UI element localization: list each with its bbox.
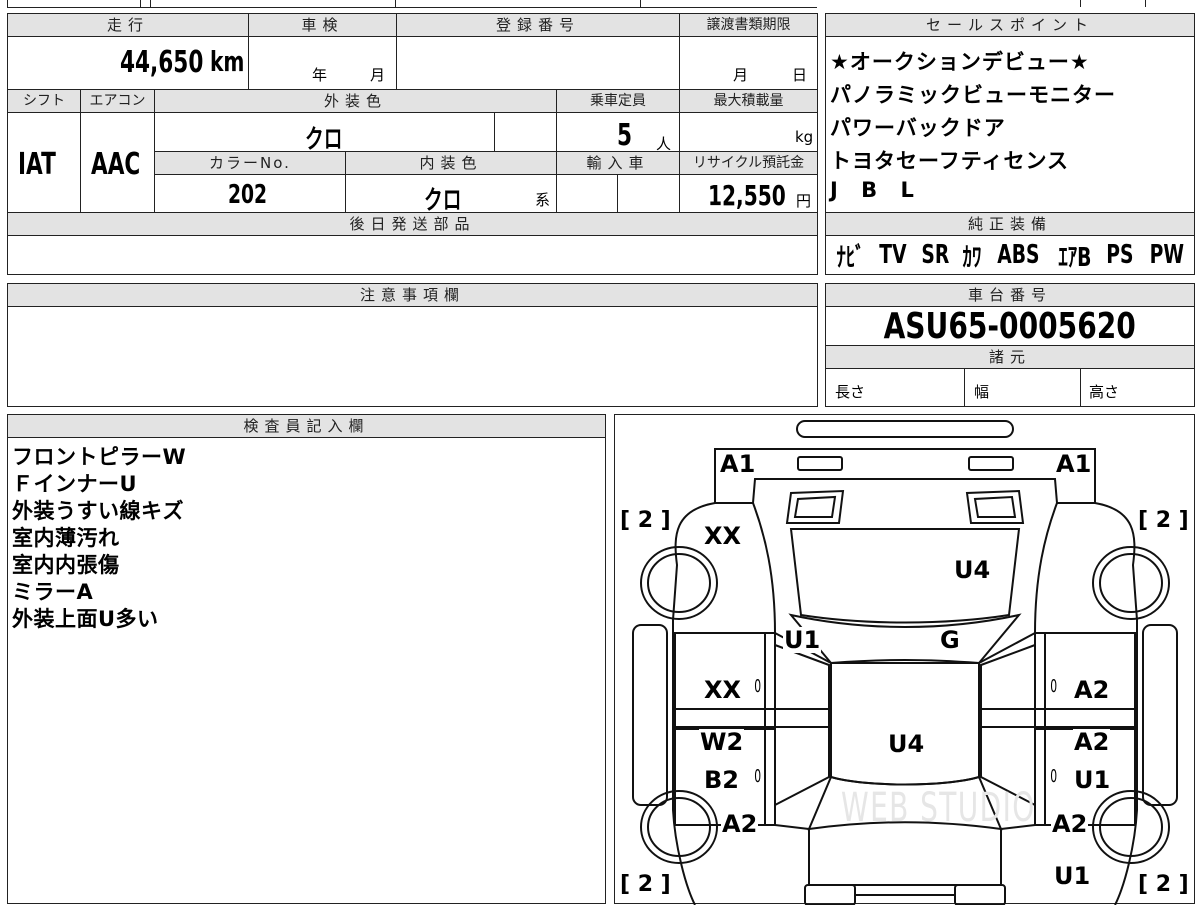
equipment-item: ｶﾜ (962, 242, 982, 273)
damage-marks-layer: A1 A1 [ 2 ] [ 2 ] [ 2 ] [ 2 ] XX U4 U1 G XX A2 U4 W2 B… (615, 415, 1196, 905)
inspector-line: フロントピラーW (12, 445, 187, 469)
sales-point-line: パノラミックビューモニター (830, 83, 1116, 107)
registration-label: 登録番号 (396, 13, 680, 37)
exterior-color-label: 外装色 (154, 89, 557, 113)
interior-color-suffix: 系 (535, 191, 551, 209)
inspector-line: 室内薄汚れ (12, 526, 120, 550)
sales-points-title: セールスポイント (825, 13, 1195, 37)
inspector-line: 外装上面U多い (12, 607, 159, 631)
damage-mark-left-front-door-xx: XX (703, 676, 743, 704)
damage-mark-right-front-door-a2: A2 (1073, 676, 1111, 704)
sales-point-line: パワーバックドア (830, 116, 1006, 140)
damage-mark-tyre-rl: [ 2 ] (620, 872, 671, 897)
equipment-item: PW (1149, 240, 1185, 270)
later-parts-label: 後日発送部品 (7, 212, 818, 236)
height-label: 高さ (1089, 383, 1120, 401)
damage-mark-right-rear-fender-a2: A2 (1051, 810, 1089, 838)
mileage-value: 44,650 (120, 45, 204, 80)
chassis-value-cell: ASU65-0005620 (825, 306, 1195, 347)
shaken-month: 月 (370, 66, 386, 84)
equipment-list: ﾅﾋﾞ TV SR ｶﾜ ABS ｴｱB PS PW (831, 238, 1191, 273)
inspector-title: 検査員記入欄 (7, 414, 606, 438)
ac-label: エアコン (80, 89, 155, 113)
equipment-title: 純正装備 (825, 212, 1195, 236)
equipment-item: SR (921, 240, 950, 270)
capacity-value: 5 (617, 118, 633, 153)
transfer-month: 月 (733, 66, 749, 84)
equipment-item: ｴｱB (1057, 242, 1091, 273)
transfer-deadline-label: 譲渡書類期限 (679, 13, 818, 37)
equipment-item: TV (879, 240, 907, 270)
damage-mark-tyre-fl: [ 2 ] (620, 508, 671, 533)
damage-mark-right-rear-door-a2: A2 (1073, 728, 1111, 756)
sales-point-line: J B L (830, 178, 922, 202)
ac-value: AAC (91, 147, 141, 182)
damage-mark-left-rear-door-b2: B2 (703, 766, 740, 794)
mileage-unit: km (210, 45, 245, 78)
mileage-label: 走行 (7, 13, 249, 37)
damage-mark-zero-1: 0 (754, 676, 762, 697)
damage-mark-left-fender-xx: XX (703, 522, 743, 550)
damage-mark-front-right-a1: A1 (1055, 450, 1093, 478)
inspector-line: 室内内張傷 (12, 553, 120, 577)
damage-mark-left-rear-fender-a2: A2 (721, 810, 759, 838)
color-no-label: カラーNo. (154, 151, 346, 175)
import-label: 輸入車 (556, 151, 680, 175)
max-load-label: 最大積載量 (679, 89, 818, 113)
recycle-value: 12,550 (708, 179, 786, 212)
inspector-line: ＦインナーU (12, 472, 138, 496)
damage-mark-left-rear-door-w2: W2 (699, 728, 745, 756)
max-load-unit: kg (795, 128, 814, 146)
equipment-item: ﾅﾋﾞ (836, 242, 865, 273)
inspector-line: ミラーA (12, 580, 94, 604)
damage-mark-tyre-rr: [ 2 ] (1138, 872, 1189, 897)
recycle-label: リサイクル預託金 (679, 151, 818, 175)
damage-mark-right-rear-u1: U1 (1053, 862, 1092, 890)
length-label: 長さ (835, 383, 866, 401)
notes-title: 注意事項欄 (7, 283, 818, 307)
transfer-day: 日 (792, 66, 808, 84)
damage-mark-hood-u4: U4 (953, 556, 992, 584)
sales-point-line: ★オークションデビュー★ (830, 50, 1090, 74)
equipment-item: PS (1106, 240, 1134, 270)
sales-point-line: トヨタセーフティセンス (830, 149, 1070, 173)
shift-value: IAT (18, 147, 56, 182)
capacity-label: 乗車定員 (556, 89, 680, 113)
damage-mark-right-rear-door-u1: U1 (1073, 766, 1112, 794)
recycle-unit: 円 (796, 192, 812, 210)
inspector-line: 外装うすい線キズ (12, 499, 184, 523)
chassis-number: ASU65-0005620 (883, 306, 1137, 347)
damage-mark-roof-u4: U4 (887, 730, 926, 758)
damage-mark-zero-3: 0 (754, 766, 762, 787)
width-label: 幅 (974, 383, 990, 401)
damage-diagram: WEB STUDIO A1 A1[ 2 ][ 2 ][ 2 ][ 2 ] XX U4 U… (614, 414, 1196, 905)
damage-mark-zero-2: 0 (1050, 676, 1058, 697)
damage-mark-front-left-a1: A1 (719, 450, 757, 478)
interior-color-label: 内装色 (345, 151, 557, 175)
shaken-label: 車検 (248, 13, 397, 37)
damage-mark-tyre-fr: [ 2 ] (1138, 508, 1189, 533)
shaken-year: 年 (312, 66, 328, 84)
damage-mark-windshield-g: G (939, 626, 961, 654)
damage-mark-zero-4: 0 (1050, 766, 1058, 787)
spec-title: 諸元 (825, 345, 1195, 369)
damage-mark-windshield-u1: U1 (783, 626, 822, 654)
chassis-title: 車台番号 (825, 283, 1195, 307)
equipment-item: ABS (997, 240, 1040, 270)
shift-label: シフト (7, 89, 81, 113)
color-no-value: 202 (228, 180, 268, 210)
